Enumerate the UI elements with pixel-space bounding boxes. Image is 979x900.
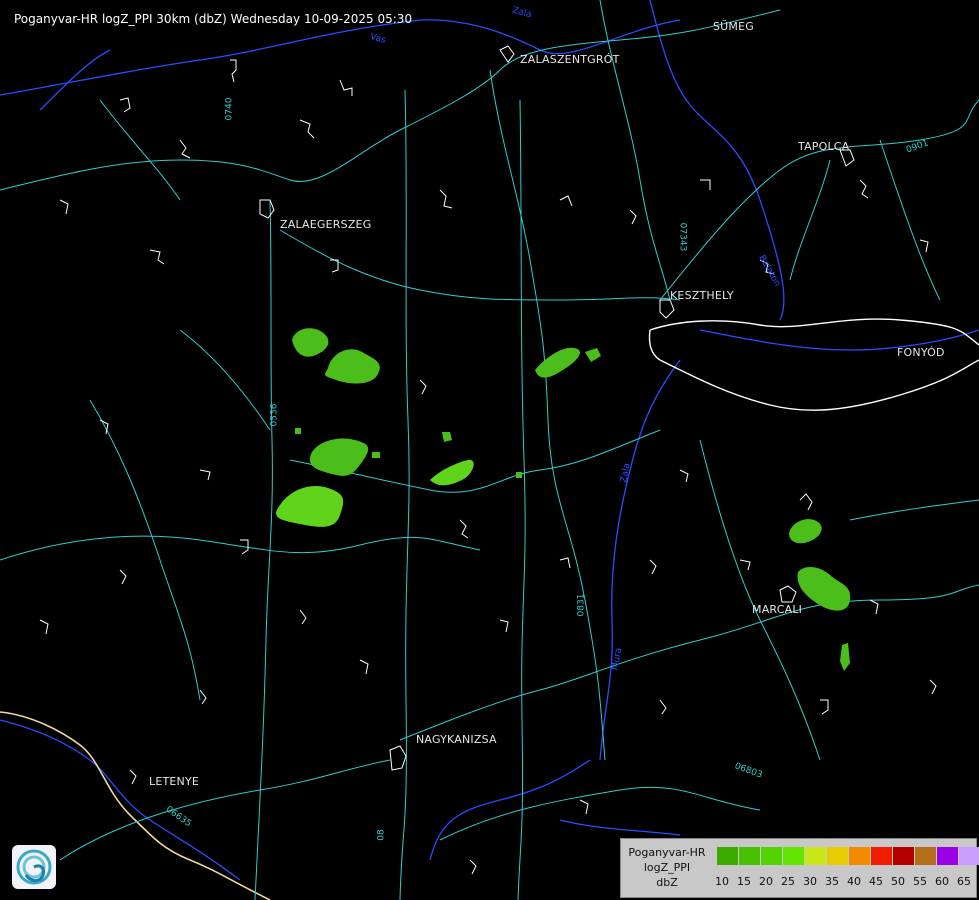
legend-tick-label: 30: [803, 875, 817, 888]
legend-swatch: [893, 847, 915, 865]
city-label-tapolca: TAPOLCA: [798, 140, 850, 153]
city-label-nagykanizsa: NAGYKANIZSA: [416, 733, 497, 746]
road-label: 07343: [677, 222, 688, 252]
legend-tick-label: 25: [781, 875, 795, 888]
legend-tick-label: 65: [957, 875, 971, 888]
legend-swatch: [783, 847, 805, 865]
city-label-zalaegerszeg: ZALAEGERSZEG: [280, 218, 372, 231]
legend-tick-label: 55: [913, 875, 927, 888]
city-label-letenye: LETENYE: [149, 775, 200, 788]
legend-swatch: [827, 847, 849, 865]
legend-swatches: [717, 847, 979, 865]
road-label: 08: [376, 829, 387, 841]
radar-title: Poganyvar-HR logZ_PPI 30km (dbZ) Wednesd…: [14, 12, 413, 26]
road-label: 0740: [224, 97, 235, 121]
city-label-keszthely: KESZTHELY: [670, 289, 734, 302]
legend-swatch: [959, 847, 979, 865]
legend-tick-label: 35: [825, 875, 839, 888]
city-label-sumeg: SÜMEG: [713, 20, 754, 33]
echo-cell: [516, 472, 522, 478]
dbz-color-legend: Poganyvar-HR logZ_PPI dbZ 10 15 20 25 30 35 40…: [620, 838, 979, 898]
city-label-fonyod: FONYÓD: [897, 346, 945, 359]
legend-tick-label: 45: [869, 875, 883, 888]
legend-tick-label: 60: [935, 875, 949, 888]
radar-service-logo-icon: [12, 845, 56, 889]
legend-tick-label: 10: [715, 875, 729, 888]
legend-tick-label: 50: [891, 875, 905, 888]
legend-swatch: [849, 847, 871, 865]
road-label: 0831: [576, 593, 587, 617]
city-label-zalaszentgrot: ZALASZENTGRÓT: [520, 53, 620, 66]
legend-tick-label: 70: [975, 875, 979, 888]
legend-title-line: logZ_PPI: [643, 861, 691, 874]
echo-cell: [372, 452, 380, 458]
city-label-marcali: MARCALI: [752, 603, 803, 616]
echo-cell: [295, 428, 301, 434]
legend-swatch: [717, 847, 739, 865]
legend-tick-label: 20: [759, 875, 773, 888]
legend-swatch: [761, 847, 783, 865]
legend-unit: dbZ: [656, 876, 678, 889]
legend-title-line: Poganyvar-HR: [628, 846, 706, 859]
legend-swatch: [739, 847, 761, 865]
legend-ticks: 10 15 20 25 30 35 40 45 50 55 60 65 70: [711, 875, 979, 888]
legend-tick-label: 40: [847, 875, 861, 888]
legend-swatch: [805, 847, 827, 865]
radar-map: [0, 0, 979, 900]
legend-swatch: [937, 847, 959, 865]
legend-swatch: [915, 847, 937, 865]
legend-title: Poganyvar-HR logZ_PPI dbZ: [621, 845, 713, 890]
road-label: 0536: [269, 403, 280, 427]
legend-swatch: [871, 847, 893, 865]
legend-tick-label: 15: [737, 875, 751, 888]
